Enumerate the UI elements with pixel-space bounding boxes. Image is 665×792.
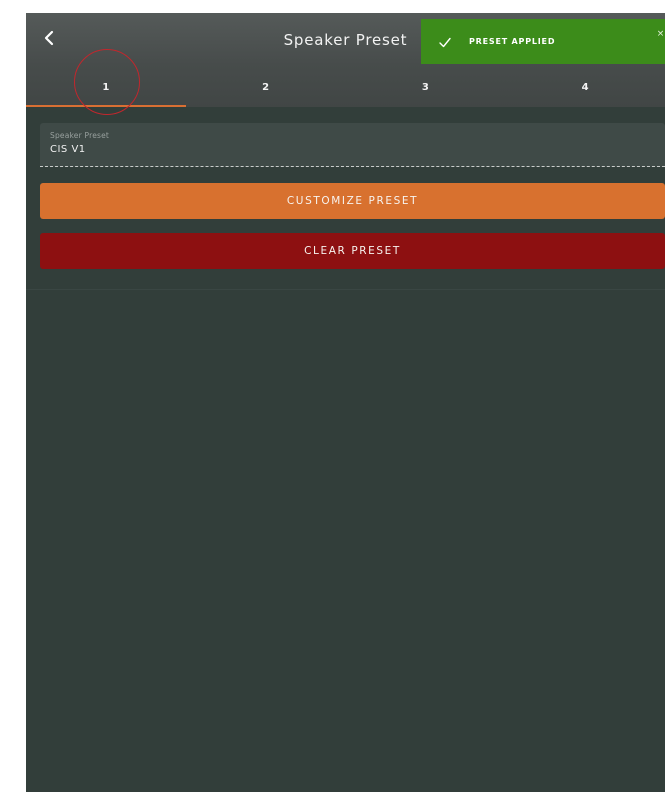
tab-3[interactable]: 3 xyxy=(346,68,506,107)
customize-preset-button[interactable]: CUSTOMIZE PRESET xyxy=(40,183,665,219)
tab-4[interactable]: 4 xyxy=(505,68,665,107)
field-label: Speaker Preset xyxy=(50,131,110,140)
field-value: CIS V1 xyxy=(50,144,86,155)
preset-tabs: 1 2 3 4 xyxy=(26,68,665,107)
tab-1[interactable]: 1 xyxy=(26,68,186,107)
app-screen: Speaker Preset 1 2 3 4 Speaker Preset CI… xyxy=(26,13,665,792)
divider xyxy=(26,289,665,290)
toast-message: PRESET APPLIED xyxy=(469,37,556,46)
tab-label: 4 xyxy=(581,82,589,93)
tab-2[interactable]: 2 xyxy=(186,68,346,107)
clear-preset-button[interactable]: CLEAR PRESET xyxy=(40,233,665,269)
check-icon xyxy=(439,37,451,47)
close-icon[interactable]: × xyxy=(656,28,665,40)
toast-notification: PRESET APPLIED × xyxy=(421,19,665,64)
speaker-preset-field[interactable]: Speaker Preset CIS V1 xyxy=(40,123,665,167)
tab-label: 2 xyxy=(262,82,270,93)
tab-label: 3 xyxy=(421,82,429,93)
tab-label: 1 xyxy=(102,82,110,93)
